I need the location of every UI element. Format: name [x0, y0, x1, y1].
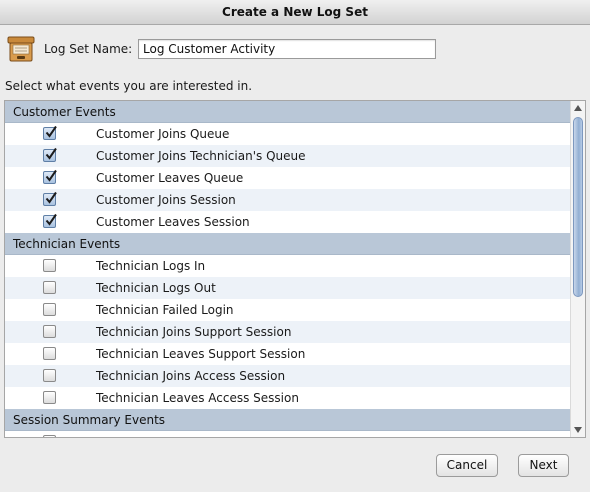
scroll-thumb[interactable] — [573, 117, 583, 297]
instructions-text: Select what events you are interested in… — [5, 79, 253, 93]
event-checkbox[interactable] — [43, 259, 56, 272]
event-label: Customer Leaves Queue — [96, 171, 244, 185]
event-checkbox[interactable] — [43, 125, 57, 140]
event-row[interactable]: Technician Joins Support Session — [5, 321, 570, 343]
event-checkbox[interactable] — [43, 147, 57, 162]
event-row[interactable]: Customer Joins Queue — [5, 123, 570, 145]
event-checkbox[interactable] — [43, 191, 57, 206]
event-row[interactable]: Technician Failed Login — [5, 299, 570, 321]
event-row[interactable]: Customer Joins Session — [5, 189, 570, 211]
event-row[interactable]: Technician Logs Out — [5, 277, 570, 299]
next-button[interactable]: Next — [518, 454, 569, 477]
event-checkbox[interactable] — [43, 325, 56, 338]
vertical-scrollbar[interactable] — [570, 101, 585, 437]
event-label: Technician Failed Login — [96, 303, 234, 317]
checkmark-icon — [45, 169, 57, 182]
event-checkbox[interactable] — [43, 369, 56, 382]
event-checkbox[interactable] — [43, 303, 56, 316]
cancel-button[interactable]: Cancel — [436, 454, 498, 477]
event-label: Customer Leaves Session — [96, 215, 250, 229]
group-header: Customer Events — [5, 101, 570, 123]
event-list-viewport: Customer Events Customer Joins Queue Custo… — [5, 101, 570, 437]
event-label: Customer Joins Technician's Queue — [96, 149, 306, 163]
event-checkbox[interactable] — [43, 347, 56, 360]
event-row[interactable] — [5, 431, 570, 437]
group-header: Technician Events — [5, 233, 570, 255]
scroll-down-arrow-icon[interactable] — [574, 427, 582, 433]
checkmark-icon — [45, 213, 57, 226]
event-checkbox[interactable] — [43, 435, 56, 437]
event-label: Technician Leaves Support Session — [96, 347, 306, 361]
archive-box-icon — [6, 34, 36, 64]
checkmark-icon — [45, 125, 57, 138]
log-set-header: Log Set Name: — [0, 24, 590, 74]
scroll-up-arrow-icon[interactable] — [574, 105, 582, 111]
event-checkbox[interactable] — [43, 213, 57, 228]
event-row[interactable]: Technician Logs In — [5, 255, 570, 277]
event-label: Technician Logs In — [96, 259, 206, 273]
checkmark-icon — [45, 191, 57, 204]
event-list[interactable]: Customer Events Customer Joins Queue Custo… — [4, 100, 586, 438]
event-row[interactable]: Technician Joins Access Session — [5, 365, 570, 387]
create-log-set-dialog: Create a New Log Set Log Set Name: Selec… — [0, 0, 590, 492]
event-label: Technician Joins Access Session — [96, 369, 286, 383]
event-label: Technician Leaves Access Session — [96, 391, 299, 405]
log-set-name-label: Log Set Name: — [44, 42, 133, 56]
event-label: Technician Logs Out — [96, 281, 216, 295]
group-header: Session Summary Events — [5, 409, 570, 431]
event-row[interactable]: Customer Leaves Session — [5, 211, 570, 233]
window-title: Create a New Log Set — [0, 0, 590, 25]
log-set-name-input[interactable] — [138, 39, 436, 59]
event-label: Technician Joins Support Session — [96, 325, 292, 339]
event-checkbox[interactable] — [43, 391, 56, 404]
event-row[interactable]: Technician Leaves Support Session — [5, 343, 570, 365]
event-checkbox[interactable] — [43, 169, 57, 184]
event-label: Customer Joins Queue — [96, 127, 230, 141]
checkmark-icon — [45, 147, 57, 160]
scroll-track[interactable] — [573, 115, 583, 421]
event-row[interactable]: Customer Joins Technician's Queue — [5, 145, 570, 167]
event-label: Customer Joins Session — [96, 193, 236, 207]
event-row[interactable]: Customer Leaves Queue — [5, 167, 570, 189]
event-checkbox[interactable] — [43, 281, 56, 294]
event-row[interactable]: Technician Leaves Access Session — [5, 387, 570, 409]
